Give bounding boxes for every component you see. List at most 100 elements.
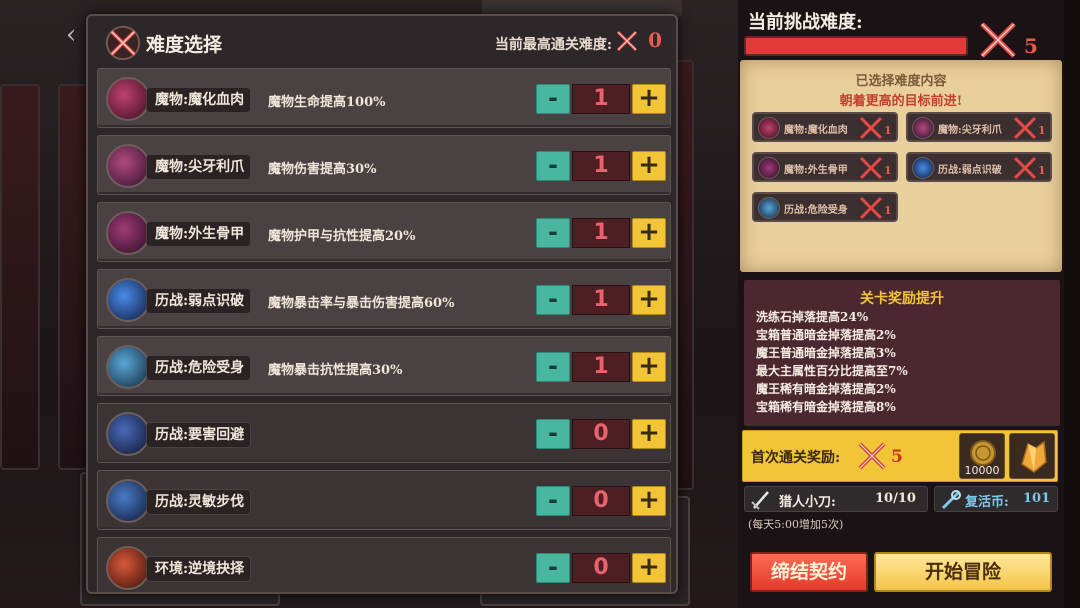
crossed-swords-icon	[859, 156, 883, 180]
modifier-icon	[106, 144, 150, 188]
modifier-count: 1	[572, 151, 630, 181]
chip-count: 1	[884, 164, 892, 177]
increase-button[interactable]: +	[632, 553, 666, 583]
crossed-swords-icon	[859, 196, 883, 220]
chip-name: 历战:弱点识破	[938, 165, 1002, 176]
gold-coin-reward[interactable]: 10000	[959, 433, 1005, 479]
modifier-icon	[106, 77, 150, 121]
modifier-name: 魔物:外生骨甲	[146, 221, 252, 247]
chip-name: 魔物:外生骨甲	[784, 165, 848, 176]
increase-button[interactable]: +	[632, 285, 666, 315]
modifier-name: 魔物:尖牙利爪	[146, 154, 252, 180]
current-difficulty-value: 5	[1024, 34, 1038, 58]
reward-line: 最大主属性百分比提高至7%	[756, 364, 908, 378]
modifier-row: 魔物:尖牙利爪 魔物伤害提高30% - 1 +	[97, 135, 671, 195]
crossed-swords-icon	[105, 25, 141, 61]
challenge-sidebar: 当前挑战难度: 5 已选择难度内容 朝着更高的目标前进! 魔物:魔化血肉 1 魔…	[738, 0, 1080, 608]
chip-name: 魔物:尖牙利爪	[938, 125, 1002, 136]
modifier-description: 魔物暴击抗性提高30%	[268, 363, 403, 378]
increase-button[interactable]: +	[632, 218, 666, 248]
decrease-button[interactable]: -	[536, 84, 570, 114]
modifier-description: 魔物生命提高100%	[268, 95, 386, 110]
modifier-icon	[758, 157, 780, 179]
modifier-icon	[758, 197, 780, 219]
modifier-count: 0	[572, 486, 630, 516]
decrease-button[interactable]: -	[536, 151, 570, 181]
knife-icon	[751, 491, 769, 510]
increase-button[interactable]: +	[632, 419, 666, 449]
decrease-button[interactable]: -	[536, 285, 570, 315]
modifier-count: 0	[572, 419, 630, 449]
decrease-button[interactable]: -	[536, 218, 570, 248]
modifier-row: 魔物:外生骨甲 魔物护甲与抗性提高20% - 1 +	[97, 202, 671, 262]
knife-value: 10/10	[875, 491, 916, 506]
increase-button[interactable]: +	[632, 151, 666, 181]
crossed-swords-icon	[616, 30, 638, 52]
crossed-swords-icon	[1013, 116, 1037, 140]
modifier-icon	[106, 412, 150, 456]
decrease-button[interactable]: -	[536, 419, 570, 449]
hunter-knife-counter: 猎人小刀: 10/10	[744, 486, 928, 512]
selected-modifier-chip: 历战:危险受身 1	[752, 192, 898, 222]
modifier-row: 历战:危险受身 魔物暴击抗性提高30% - 1 +	[97, 336, 671, 396]
crossed-swords-icon	[980, 22, 1016, 58]
modifier-list: 魔物:魔化血肉 魔物生命提高100% - 1 + 魔物:尖牙利爪 魔物伤害提高3…	[97, 68, 671, 592]
selected-title: 已选择难度内容	[855, 74, 947, 89]
first-clear-value: 5	[891, 447, 903, 467]
reward-title: 关卡奖励提升	[860, 291, 944, 307]
crystal-reward[interactable]	[1009, 433, 1055, 479]
knife-label: 猎人小刀:	[779, 495, 836, 510]
crossed-swords-icon	[1013, 156, 1037, 180]
modifier-row: 魔物:魔化血肉 魔物生命提高100% - 1 +	[97, 68, 671, 128]
sign-contract-button[interactable]: 缔结契约	[750, 552, 868, 592]
panel-title: 难度选择	[146, 34, 223, 56]
chip-count: 1	[1038, 124, 1046, 137]
modifier-icon	[912, 117, 934, 139]
modifier-name: 环境:逆境抉择	[146, 556, 252, 582]
coin-count: 10000	[964, 464, 1000, 477]
decrease-button[interactable]: -	[536, 553, 570, 583]
modifier-count: 0	[572, 553, 630, 583]
modifier-icon	[912, 157, 934, 179]
modifier-count: 1	[572, 218, 630, 248]
revive-value: 101	[1023, 491, 1051, 506]
crossed-swords-icon	[859, 116, 883, 140]
chip-count: 1	[884, 204, 892, 217]
stage-reward-box: 关卡奖励提升 洗练石掉落提高24% 宝箱普通暗金掉落提高2% 魔王普通暗金掉落提…	[744, 280, 1060, 426]
modifier-row: 历战:要害回避 - 0 +	[97, 403, 671, 463]
selected-difficulty-scroll: 已选择难度内容 朝着更高的目标前进! 魔物:魔化血肉 1 魔物:尖牙利爪 1 魔…	[740, 60, 1062, 272]
chip-count: 1	[1038, 164, 1046, 177]
modifier-icon	[106, 479, 150, 523]
increase-button[interactable]: +	[632, 84, 666, 114]
first-clear-label: 首次通关奖励:	[751, 450, 841, 466]
first-clear-reward: 首次通关奖励: 5 10000	[742, 430, 1058, 482]
chip-name: 魔物:魔化血肉	[784, 125, 848, 136]
increase-button[interactable]: +	[632, 352, 666, 382]
difficulty-select-panel: 难度选择 当前最高通关难度: 0 魔物:魔化血肉 魔物生命提高100% - 1 …	[86, 14, 678, 594]
panel-header: 难度选择 当前最高通关难度: 0	[88, 16, 676, 66]
modifier-count: 1	[572, 352, 630, 382]
reward-line: 宝箱普通暗金掉落提高2%	[756, 328, 896, 342]
modifier-count: 1	[572, 84, 630, 114]
background-card	[0, 84, 40, 470]
reward-line: 魔王普通暗金掉落提高3%	[756, 346, 896, 360]
chip-count: 1	[884, 124, 892, 137]
increase-button[interactable]: +	[632, 486, 666, 516]
decrease-button[interactable]: -	[536, 486, 570, 516]
modifier-icon	[106, 278, 150, 322]
start-adventure-button[interactable]: 开始冒险	[874, 552, 1052, 592]
max-clear-value: 0	[648, 28, 662, 52]
selected-modifier-chip: 历战:弱点识破 1	[906, 152, 1052, 182]
current-difficulty-title: 当前挑战难度:	[748, 12, 863, 33]
difficulty-bar	[744, 36, 968, 56]
decrease-button[interactable]: -	[536, 352, 570, 382]
selected-subtitle: 朝着更高的目标前进!	[839, 94, 963, 109]
modifier-row: 历战:弱点识破 魔物暴击率与暴击伤害提高60% - 1 +	[97, 269, 671, 329]
crossed-swords-icon	[858, 442, 886, 470]
revive-coin-icon	[941, 490, 961, 510]
modifier-name: 魔物:魔化血肉	[146, 87, 252, 113]
modifier-name: 历战:要害回避	[146, 422, 252, 448]
max-clear-label: 当前最高通关难度:	[494, 37, 612, 53]
background-card	[58, 84, 88, 470]
modifier-count: 1	[572, 285, 630, 315]
